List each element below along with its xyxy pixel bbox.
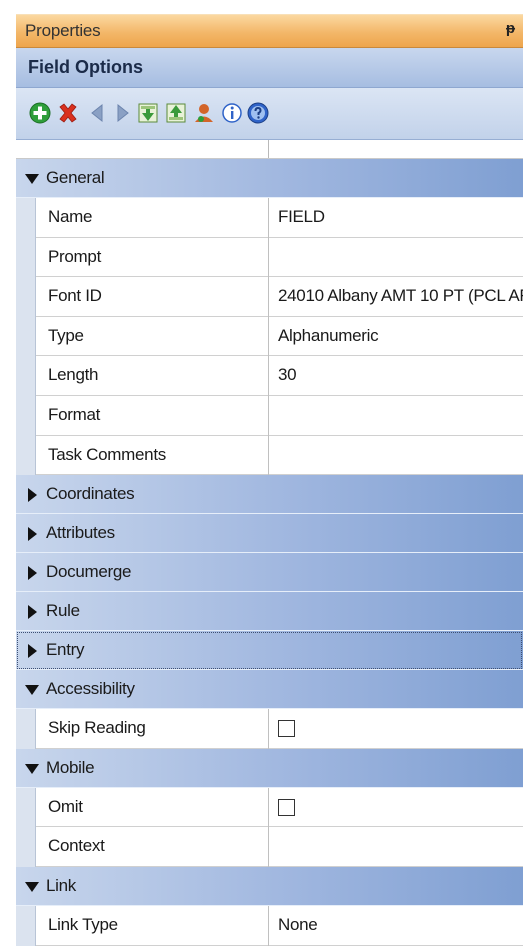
- row-gutter: [16, 198, 36, 238]
- next-icon[interactable]: [110, 101, 134, 125]
- column-divider: [268, 316, 269, 357]
- property-grid: General Name FIELD Prompt Font ID 24010 …: [16, 140, 523, 946]
- row-gutter: [16, 827, 36, 867]
- property-row-length[interactable]: Length 30: [16, 356, 523, 396]
- user-icon[interactable]: [192, 101, 216, 125]
- column-divider: [268, 356, 269, 396]
- column-splitter[interactable]: [268, 140, 269, 158]
- skip-reading-checkbox[interactable]: [278, 720, 295, 738]
- row-gutter: [16, 905, 36, 946]
- row-gutter: [16, 709, 36, 749]
- property-label: Omit: [48, 796, 83, 816]
- properties-panel: Properties ᵽ Field Options General Name …: [0, 0, 523, 951]
- type-value[interactable]: Alphanumeric: [278, 326, 523, 346]
- category-documerge[interactable]: Documerge: [16, 553, 523, 593]
- category-label: General: [46, 168, 105, 187]
- property-row-font-id[interactable]: Font ID 24010 Albany AMT 10 PT (PCL AFP: [16, 277, 523, 317]
- name-value[interactable]: FIELD: [278, 207, 523, 227]
- property-label: Skip Reading: [48, 718, 146, 738]
- column-divider: [268, 198, 269, 238]
- add-icon[interactable]: [28, 101, 52, 125]
- category-entry[interactable]: Entry: [16, 631, 523, 671]
- move-up-icon[interactable]: [164, 101, 188, 125]
- properties-title-bar[interactable]: Properties ᵽ: [16, 14, 523, 48]
- property-label: Prompt: [48, 246, 101, 266]
- category-accessibility[interactable]: Accessibility: [16, 670, 523, 710]
- expand-arrow-icon[interactable]: [24, 487, 40, 503]
- property-row-omit[interactable]: Omit: [16, 787, 523, 828]
- collapse-arrow-icon[interactable]: [24, 682, 40, 698]
- property-label: Context: [48, 836, 105, 856]
- column-header: [16, 140, 523, 159]
- column-divider: [268, 277, 269, 317]
- collapse-arrow-icon[interactable]: [24, 761, 40, 777]
- row-gutter: [16, 237, 36, 278]
- panel-header-title: Field Options: [28, 57, 143, 77]
- category-attributes[interactable]: Attributes: [16, 514, 523, 554]
- property-label: Task Comments: [48, 444, 166, 464]
- property-label: Font ID: [48, 286, 102, 306]
- category-label: Rule: [46, 601, 80, 621]
- expand-arrow-icon[interactable]: [24, 643, 40, 659]
- toolbar: [16, 88, 523, 140]
- property-label: Link Type: [48, 914, 118, 934]
- property-label: Name: [48, 207, 93, 226]
- delete-icon[interactable]: [56, 101, 80, 125]
- property-row-context[interactable]: Context: [16, 827, 523, 867]
- previous-icon[interactable]: [86, 101, 110, 125]
- link-type-value[interactable]: None: [278, 915, 523, 935]
- column-divider: [268, 905, 269, 946]
- length-value[interactable]: 30: [278, 365, 523, 385]
- help-icon[interactable]: [246, 101, 270, 125]
- category-label: Entry: [46, 640, 85, 660]
- expand-arrow-icon[interactable]: [24, 526, 40, 542]
- property-row-type[interactable]: Type Alphanumeric: [16, 316, 523, 357]
- info-icon[interactable]: [220, 101, 244, 125]
- omit-checkbox[interactable]: [278, 798, 295, 816]
- category-mobile[interactable]: Mobile: [16, 748, 523, 788]
- category-label: Coordinates: [46, 484, 135, 504]
- column-divider: [268, 827, 269, 867]
- property-row-format[interactable]: Format: [16, 395, 523, 436]
- column-divider: [268, 395, 269, 436]
- row-gutter: [16, 395, 36, 436]
- category-label: Accessibility: [46, 679, 135, 699]
- property-label: Format: [48, 404, 101, 424]
- category-general[interactable]: General: [16, 159, 523, 198]
- field-options-header: Field Options: [16, 48, 523, 88]
- category-link[interactable]: Link: [16, 866, 523, 906]
- column-divider: [268, 237, 269, 278]
- column-divider: [268, 709, 269, 749]
- row-gutter: [16, 356, 36, 396]
- category-label: Mobile: [46, 757, 95, 777]
- column-divider: [268, 435, 269, 476]
- pin-icon[interactable]: ᵽ: [506, 20, 515, 37]
- row-gutter: [16, 316, 36, 357]
- property-row-skip-reading[interactable]: Skip Reading: [16, 709, 523, 749]
- category-label: Documerge: [46, 562, 132, 582]
- row-gutter: [16, 277, 36, 317]
- property-row-link-type[interactable]: Link Type None: [16, 905, 523, 946]
- expand-arrow-icon[interactable]: [24, 604, 40, 620]
- collapse-arrow-icon[interactable]: [24, 879, 40, 895]
- property-label: Type: [48, 325, 84, 345]
- property-row-name[interactable]: Name FIELD: [16, 198, 523, 238]
- expand-arrow-icon[interactable]: [24, 565, 40, 581]
- window-title: Properties: [25, 21, 101, 40]
- category-label: Attributes: [46, 523, 115, 543]
- category-coordinates[interactable]: Coordinates: [16, 475, 523, 515]
- collapse-arrow-icon[interactable]: [24, 171, 40, 187]
- property-row-prompt[interactable]: Prompt: [16, 237, 523, 278]
- category-rule[interactable]: Rule: [16, 592, 523, 632]
- row-gutter: [16, 435, 36, 476]
- property-label: Length: [48, 365, 99, 385]
- property-row-task-comments[interactable]: Task Comments: [16, 435, 523, 476]
- column-divider: [268, 787, 269, 828]
- font-id-value[interactable]: 24010 Albany AMT 10 PT (PCL AFP: [278, 286, 523, 306]
- move-down-icon[interactable]: [136, 101, 160, 125]
- category-label: Link: [46, 875, 76, 895]
- row-gutter: [16, 787, 36, 828]
